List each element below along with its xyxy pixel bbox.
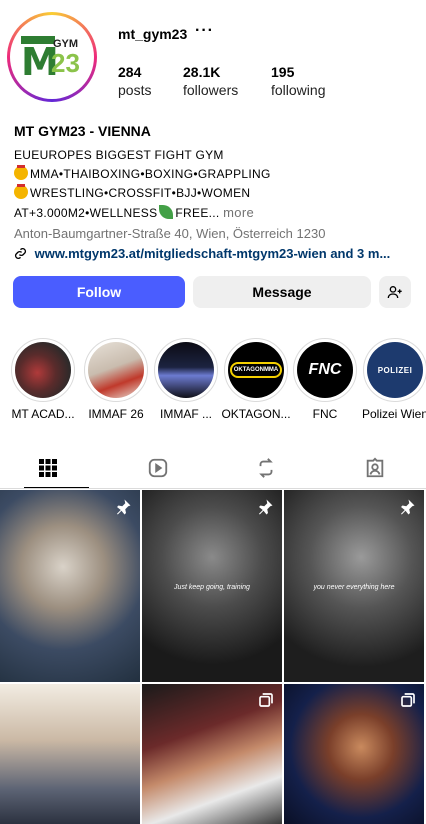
pin-icon [259, 499, 273, 515]
post-tile[interactable]: Just keep going, training [142, 490, 282, 682]
following-label: following [271, 82, 326, 98]
oktagon-logo-text: OKTAGONMMA [229, 362, 283, 378]
message-button[interactable]: Message [193, 276, 371, 308]
highlight-thumb: FNC [297, 342, 353, 398]
pin-icon [117, 499, 131, 515]
tab-reels[interactable] [118, 448, 198, 488]
post-caption: Just keep going, training [174, 584, 250, 591]
followers-label: followers [183, 82, 239, 98]
post-tile[interactable] [0, 684, 140, 824]
tagged-repost-icon [259, 458, 273, 478]
avatar-inner: M GYM 23 [10, 15, 94, 99]
highlight-immaf[interactable]: IMMAF ... [153, 338, 219, 421]
link-icon [14, 246, 31, 261]
highlight-label: OKTAGON... [221, 407, 291, 421]
carousel-icon [401, 693, 415, 707]
bio-line-4-end: FREE... [175, 206, 220, 220]
bio-link[interactable]: www.mtgym23.at/mitgliedschaft-mtgym23-wi… [14, 244, 418, 263]
highlight-thumb: OKTAGONMMA [228, 342, 284, 398]
highlight-label: IMMAF 26 [88, 407, 144, 421]
highlight-label: IMMAF ... [160, 407, 212, 421]
follow-button[interactable]: Follow [13, 276, 185, 308]
profile-avatar[interactable]: M GYM 23 [7, 12, 97, 102]
tagged-user-icon [366, 457, 384, 478]
highlight-immaf-26[interactable]: IMMAF 26 [83, 338, 149, 421]
tab-posts[interactable] [8, 448, 89, 488]
highlight-thumb [15, 342, 71, 398]
highlight-thumb [88, 342, 144, 398]
post-caption: you never everything here [313, 584, 395, 591]
profile-username: mt_gym23 [118, 26, 188, 42]
bio-line-2: MMA•THAIBOXING•BOXING•GRAPPLING [14, 165, 418, 184]
highlight-ring: FNC [293, 338, 357, 402]
followers-count: 28.1K [183, 64, 221, 80]
post-tile[interactable]: you never everything here [284, 490, 424, 682]
tabs-divider [0, 488, 426, 489]
highlight-thumb [158, 342, 214, 398]
logo-number: 23 [51, 48, 80, 78]
highlight-mt-academy[interactable]: MT ACAD... [10, 338, 76, 421]
add-user-icon [387, 286, 402, 299]
following-count: 195 [271, 64, 295, 80]
post-tile[interactable] [284, 684, 424, 824]
tab-tagged[interactable] [335, 448, 415, 488]
highlight-ring: OKTAGONMMA [224, 338, 288, 402]
highlight-polizei-wien[interactable]: POLIZEI Polizei Wien [362, 338, 426, 421]
bio-name: MT GYM23 - VIENNA [14, 123, 151, 139]
bio-line-2-text: MMA•THAIBOXING•BOXING•GRAPPLING [30, 167, 271, 181]
highlight-label: MT ACAD... [11, 407, 75, 421]
posts-count: 284 [118, 64, 142, 80]
bio-line-4: AT+3.000M2•WELLNESS FREE... more [14, 203, 418, 223]
fnc-logo-text: FNC [308, 361, 342, 378]
highlight-label: FNC [312, 407, 338, 421]
bio-more-link[interactable]: more [223, 205, 254, 220]
highlight-label: Polizei Wien [361, 407, 426, 421]
highlight-ring [84, 338, 148, 402]
highlight-ring [154, 338, 218, 402]
bio-line-3-text: WRESTLING•CROSSFIT•BJJ•WOMEN [30, 186, 251, 200]
medal-icon [14, 184, 28, 199]
medal-icon [14, 165, 28, 180]
highlight-ring [11, 338, 75, 402]
bio-line-3: WRESTLING•CROSSFIT•BJJ•WOMEN [14, 184, 418, 203]
post-tile[interactable] [0, 490, 140, 682]
leaf-icon [159, 205, 174, 219]
tab-reposts[interactable] [226, 448, 306, 488]
carousel-icon [259, 693, 273, 707]
bio-line-4-text: AT+3.000M2•WELLNESS [14, 206, 158, 220]
highlight-oktagon[interactable]: OKTAGONMMA OKTAGON... [221, 338, 291, 421]
bio-link-text: www.mtgym23.at/mitgliedschaft-mtgym23-wi… [34, 246, 391, 261]
add-user-button[interactable] [379, 276, 411, 308]
polizei-logo-text: POLIZEI [377, 365, 413, 375]
posts-grid-icon [39, 459, 57, 477]
profile-bio: MT GYM23 - VIENNA EUEUROPES BIGGEST FIGH… [14, 122, 418, 263]
highlight-fnc[interactable]: FNC FNC [292, 338, 358, 421]
bio-line-1: EUEUROPES BIGGEST FIGHT GYM [14, 148, 224, 162]
posts-grid: Just keep going, training you never ever… [0, 490, 426, 824]
more-horizontal-icon[interactable]: ··· [195, 22, 214, 40]
gym-logo: M GYM 23 [17, 22, 87, 92]
bio-address: Anton-Baumgartner-Straße 40, Wien, Öster… [14, 226, 326, 241]
reels-icon [148, 458, 168, 478]
pin-icon [401, 499, 415, 515]
stat-posts: 284 posts [118, 63, 151, 99]
profile-tabs [0, 448, 426, 488]
posts-label: posts [118, 82, 152, 98]
post-tile[interactable] [142, 684, 282, 824]
highlight-ring: POLIZEI [363, 338, 426, 402]
stat-following[interactable]: 195 following [271, 63, 325, 99]
stat-followers[interactable]: 28.1K followers [183, 63, 238, 99]
highlight-thumb: POLIZEI [367, 342, 423, 398]
